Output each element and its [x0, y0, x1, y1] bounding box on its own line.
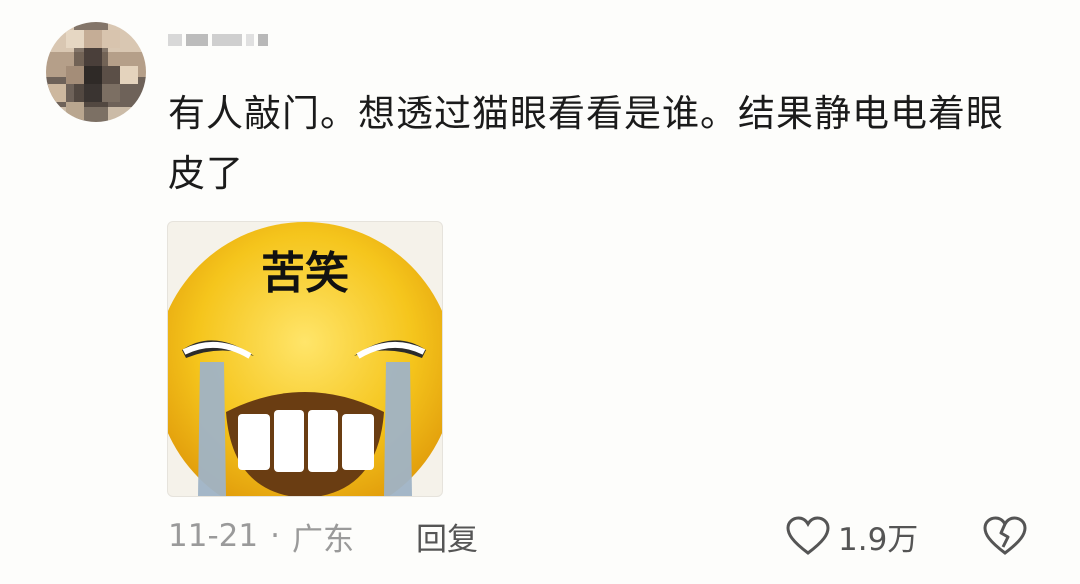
comment-text: 有人敲门。想透过猫眼看看是谁。结果静电电着眼皮了 — [168, 92, 1004, 195]
sticker-caption: 苦笑 — [261, 248, 349, 299]
reply-label: 回复 — [416, 521, 478, 558]
like-count: 1.9万 — [838, 521, 919, 558]
comment-meta: 11-21 · 广东 — [168, 514, 354, 558]
reply-button[interactable]: 回复 — [416, 514, 478, 558]
meta-separator: · — [270, 518, 280, 554]
heart-outline-icon — [786, 516, 830, 555]
like-button[interactable]: 1.9万 — [786, 514, 918, 558]
comment-date: 11-21 — [168, 518, 259, 554]
user-avatar[interactable] — [46, 22, 146, 122]
crying-laugh-emoji-icon: 苦笑 — [168, 222, 442, 496]
username-blurred[interactable] — [168, 30, 278, 50]
dislike-button[interactable] — [982, 514, 1028, 558]
emoji-sticker-image[interactable]: 苦笑 — [167, 221, 443, 497]
comment-location: 广东 — [291, 521, 354, 558]
broken-heart-icon — [983, 516, 1027, 555]
